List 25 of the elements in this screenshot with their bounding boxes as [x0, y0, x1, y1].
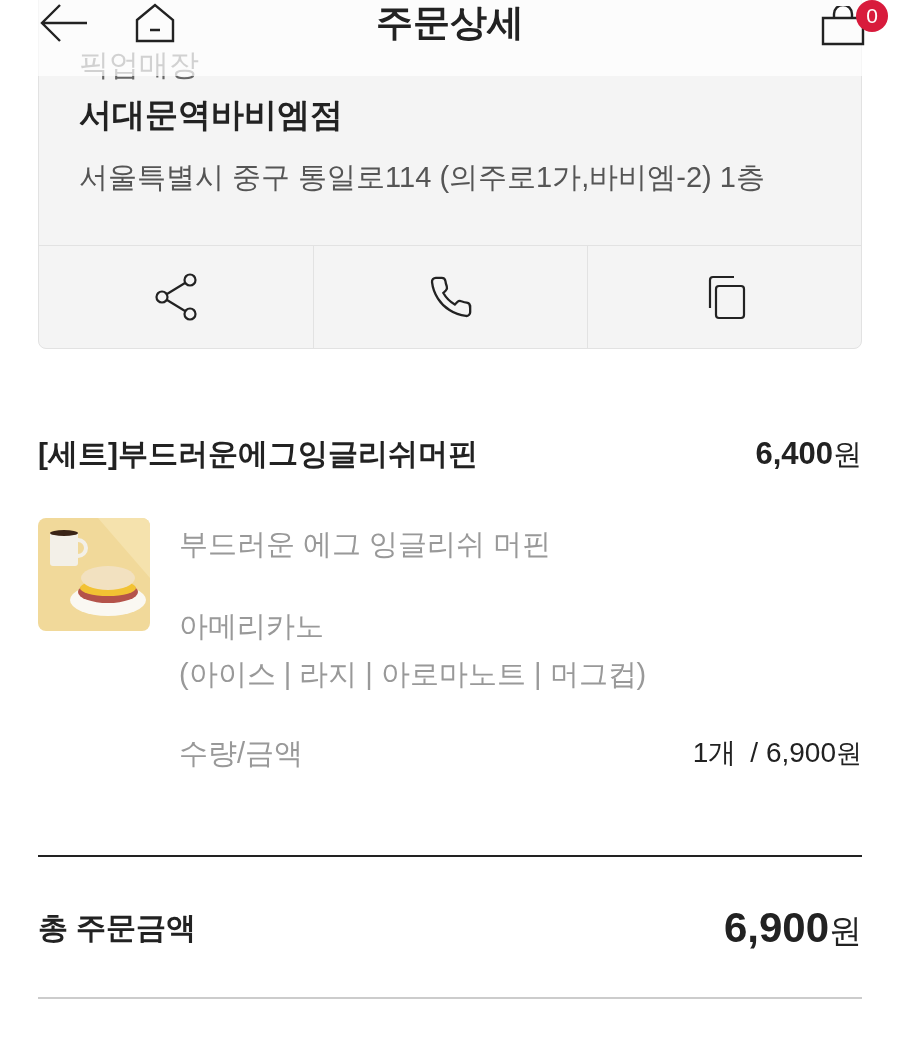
store-label: 픽업매장	[79, 47, 200, 83]
store-name: 서대문역바비엠점	[79, 95, 344, 135]
component-name: 부드러운 에그 잉글리쉬 머핀	[179, 526, 553, 562]
product-price: 6,400	[755, 435, 833, 473]
component-options: (아이스 | 라지 | 아로마노트 | 머그컵)	[179, 649, 647, 698]
quantity-label: 수량/금액	[179, 735, 304, 771]
quantity: 1개	[692, 736, 737, 771]
total-unit: 원	[829, 910, 862, 951]
total-amount: 6,900	[723, 902, 829, 953]
back-arrow-icon	[40, 3, 88, 43]
cart-count-badge: 0	[856, 0, 888, 32]
amount-unit: 원	[836, 737, 862, 771]
back-button[interactable]	[40, 3, 90, 43]
shopping-bag-icon	[821, 6, 865, 46]
total-label: 총 주문금액	[38, 909, 197, 946]
cart-button[interactable]: 0	[818, 0, 888, 46]
home-button[interactable]	[135, 3, 175, 43]
component-name: 아메리카노	[179, 608, 325, 644]
home-icon	[135, 3, 175, 43]
item-amount: / 6,900	[750, 736, 836, 771]
product-name: [세트]부드러운에그잉글리쉬머핀	[38, 436, 478, 473]
price-unit: 원	[833, 437, 862, 472]
store-address: 서울특별시 중구 통일로114 (의주로1가,바비엠-2) 1층	[79, 160, 766, 195]
share-icon	[154, 272, 198, 322]
page-title: 주문상세	[376, 1, 524, 45]
